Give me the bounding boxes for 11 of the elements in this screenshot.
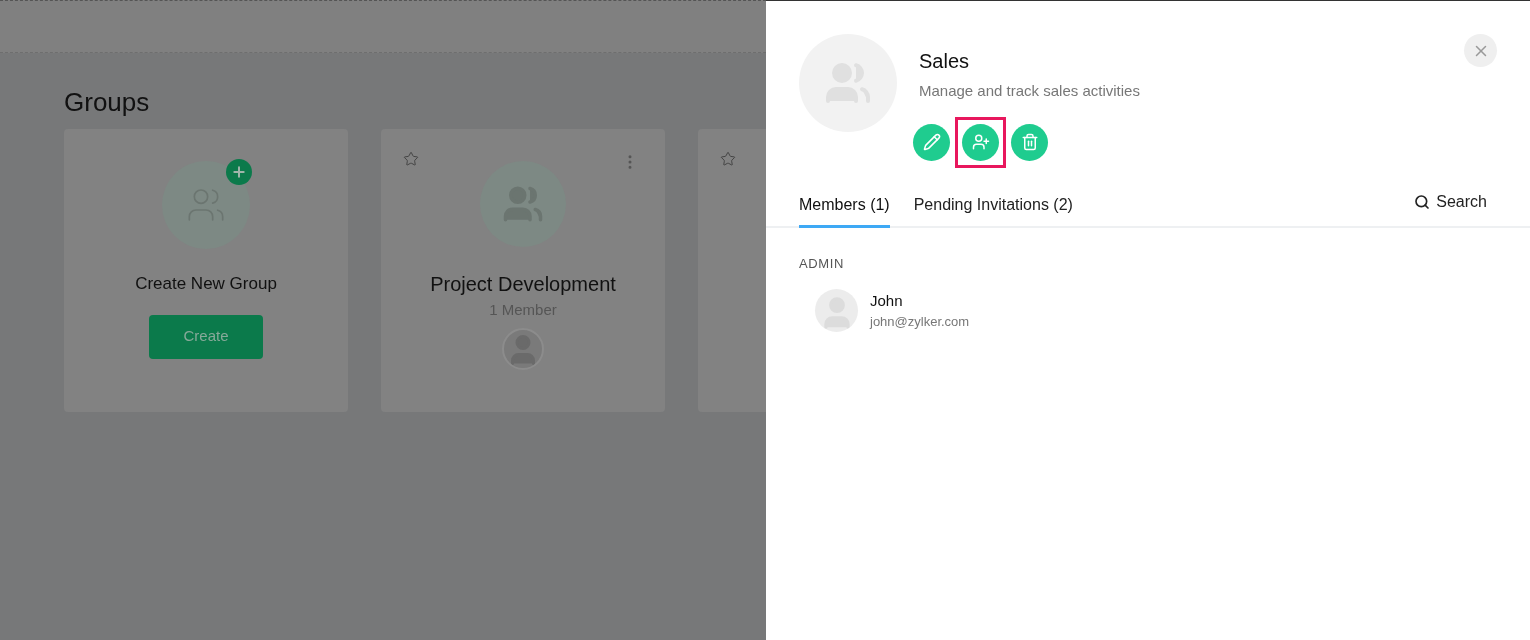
tab[interactable]: Members (1) xyxy=(799,192,890,228)
card-title: Create New Group xyxy=(135,273,277,295)
member-name: John xyxy=(870,290,904,311)
member-email: john@zylker.com xyxy=(870,313,970,331)
search-button[interactable]: Search xyxy=(1414,189,1487,226)
page-title: Groups xyxy=(64,89,151,115)
section-label: ADMIN xyxy=(799,254,846,273)
group-description: Manage and track sales activities xyxy=(919,81,1140,101)
tab[interactable]: Pending Invitations (2) xyxy=(913,192,1073,228)
card-title: Project Development xyxy=(430,272,616,297)
group-name: Sales xyxy=(919,49,971,74)
